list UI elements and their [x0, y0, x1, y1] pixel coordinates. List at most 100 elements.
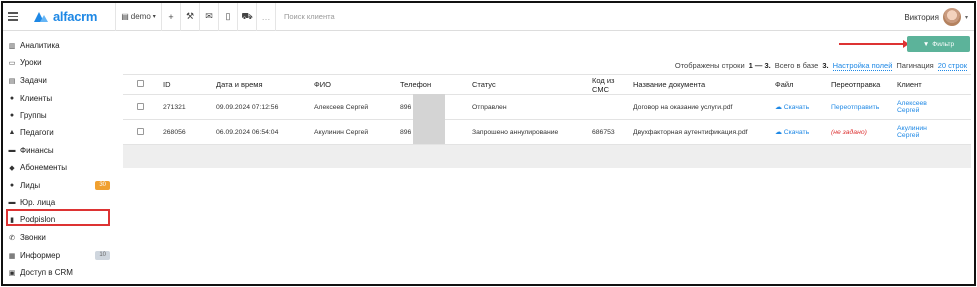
download-label: Скачать — [783, 129, 810, 136]
client-link[interactable]: Акулинин Сергей — [895, 119, 971, 145]
total-label: Всего в базе — [774, 61, 819, 70]
pagination-label: Пагинация — [896, 61, 934, 70]
select-all-checkbox[interactable] — [137, 80, 144, 87]
table-stats: Отображены строки 1 — 3. Всего в базе 3.… — [675, 61, 967, 71]
tasks-icon: ▤ — [8, 77, 16, 85]
sidebar-item-subscriptions[interactable]: ◆ Абонементы — [8, 160, 110, 175]
column-header-sms-code[interactable]: Код из СМС — [590, 74, 631, 95]
select-all-cell — [123, 74, 161, 95]
documents-table: ID Дата и время ФИО Телефон Статус Код и… — [123, 74, 971, 145]
cell-document: Договор на оказание услуги.pdf — [631, 94, 773, 120]
ellipsis-icon: … — [261, 11, 271, 22]
sidebar-item-calls[interactable]: ✆ Звонки — [8, 230, 110, 245]
sidebar-item-legal-entities[interactable]: ▬ Юр. лица — [8, 195, 110, 210]
column-header-resend[interactable]: Переотправка — [829, 74, 895, 95]
mobile-button[interactable]: ▯ — [219, 3, 238, 31]
resend-link[interactable]: Переотправить — [829, 94, 895, 120]
more-button[interactable]: … — [257, 3, 276, 31]
sidebar-item-lessons[interactable]: ▭ Уроки — [8, 55, 110, 70]
column-settings-link[interactable]: Настройка полей — [832, 61, 893, 71]
cart-icon: ⛟ — [241, 10, 253, 21]
client-first-line: Алексеев — [897, 100, 927, 107]
sidebar-item-finance[interactable]: ▬ Финансы — [8, 143, 110, 158]
informer-icon: ▦ — [8, 252, 16, 260]
column-header-name[interactable]: ФИО — [312, 74, 398, 95]
user-plus-icon: ● — [9, 182, 15, 189]
cell-document: Двухфакторная аутентификация.pdf — [631, 119, 773, 145]
row-checkbox[interactable] — [137, 127, 144, 135]
rows-shown-range: 1 — 3. — [748, 61, 771, 70]
mail-button[interactable]: ✉ — [200, 3, 219, 31]
graduation-cap-icon: ▲ — [8, 129, 16, 136]
pagination-link[interactable]: 20 строк — [937, 61, 967, 71]
sidebar-item-label: Информер — [20, 251, 61, 260]
row-checkbox[interactable] — [137, 102, 144, 110]
sidebar-item-analytics[interactable]: ▥ Аналитика — [8, 38, 110, 53]
envelope-icon: ✉ — [205, 11, 213, 21]
sidebar-item-teachers[interactable]: ▲ Педагоги — [8, 125, 110, 140]
column-header-document[interactable]: Название документа — [631, 74, 773, 95]
chevron-down-icon: ▾ — [152, 14, 156, 20]
column-header-file[interactable]: Файл — [773, 74, 829, 95]
cart-button[interactable]: ⛟ — [238, 3, 257, 31]
filter-label: Фильтр — [932, 40, 955, 48]
sidebar-item-leads[interactable]: ● Лиды 30 — [8, 178, 110, 193]
settings-button[interactable]: ⚒ — [181, 3, 200, 31]
cell-sms-code — [590, 94, 631, 120]
logo[interactable]: alfacrm — [23, 3, 116, 31]
branch-selector[interactable]: ▤ demo ▾ — [116, 3, 162, 31]
wrench-icon: ⚒ — [185, 11, 195, 21]
download-link[interactable]: ☁ Скачать — [773, 94, 829, 120]
sidebar-item-informer[interactable]: ▦ Информер 10 — [8, 248, 110, 263]
client-link[interactable]: Алексеев Сергей — [895, 94, 971, 120]
sidebar-item-tasks[interactable]: ▤ Задачи — [8, 73, 110, 88]
row-select-cell — [123, 94, 161, 120]
briefcase-icon: ▬ — [8, 199, 16, 206]
phone-icon: ✆ — [9, 234, 15, 242]
top-bar: alfacrm ▤ demo ▾ + ⚒ ✉ ▯ ⛟ … Поиск клиен… — [3, 3, 974, 31]
users-icon: ● — [9, 112, 15, 119]
filter-icon: ▼ — [922, 40, 930, 48]
cell-id: 271321 — [161, 94, 214, 120]
phone-redaction — [413, 94, 445, 144]
sidebar-item-groups[interactable]: ● Группы — [8, 108, 110, 123]
leads-count-badge: 30 — [95, 181, 110, 190]
search-input[interactable]: Поиск клиента — [276, 12, 335, 21]
chevron-down-icon: ▾ — [964, 14, 968, 21]
client-second-line: Сергей — [897, 107, 920, 114]
sidebar: ▥ Аналитика ▭ Уроки ▤ Задачи ● Клиенты ● Груп… — [3, 32, 120, 284]
user-menu[interactable]: Виктория ▾ — [904, 3, 968, 31]
analytics-icon: ▥ — [8, 42, 16, 50]
sidebar-item-clients[interactable]: ● Клиенты — [8, 91, 110, 106]
cell-datetime: 06.09.2024 06:54:04 — [214, 119, 312, 145]
sidebar-item-crm-access[interactable]: ▣ Доступ в CRM — [8, 265, 110, 280]
table-row: 268056 06.09.2024 06:54:04 Акулинин Серг… — [123, 119, 971, 145]
sidebar-item-label: Аналитика — [20, 41, 60, 50]
download-label: Скачать — [783, 104, 810, 111]
highlight-box — [6, 209, 110, 226]
add-button[interactable]: + — [162, 3, 181, 31]
sidebar-item-label: Абонементы — [20, 163, 68, 172]
branch-label: demo — [130, 12, 151, 21]
logo-mark-icon — [34, 11, 48, 22]
user-name: Виктория — [904, 12, 939, 22]
download-link[interactable]: ☁ Скачать — [773, 119, 829, 145]
filter-button[interactable]: ▼ Фильтр — [907, 36, 970, 52]
cell-status: Отправлен — [470, 94, 590, 120]
menu-icon[interactable] — [3, 3, 23, 31]
cloud-download-icon: ☁ — [775, 129, 782, 136]
column-header-client[interactable]: Клиент — [895, 74, 971, 95]
user-icon: ● — [9, 95, 15, 102]
plus-icon: + — [168, 11, 174, 22]
column-header-status[interactable]: Статус — [470, 74, 590, 95]
column-header-phone[interactable]: Телефон — [398, 74, 470, 95]
sidebar-item-label: Доступ в CRM — [20, 268, 73, 277]
mobile-icon: ▯ — [225, 11, 231, 21]
app-window: alfacrm ▤ demo ▾ + ⚒ ✉ ▯ ⛟ … Поиск клиен… — [1, 1, 976, 286]
cell-name: Акулинин Сергей — [312, 119, 398, 145]
sidebar-item-label: Группы — [20, 111, 47, 120]
sidebar-item-label: Уроки — [20, 58, 42, 67]
cloud-download-icon: ☁ — [775, 104, 782, 111]
column-header-datetime[interactable]: Дата и время — [214, 74, 312, 95]
column-header-id[interactable]: ID — [161, 74, 214, 95]
